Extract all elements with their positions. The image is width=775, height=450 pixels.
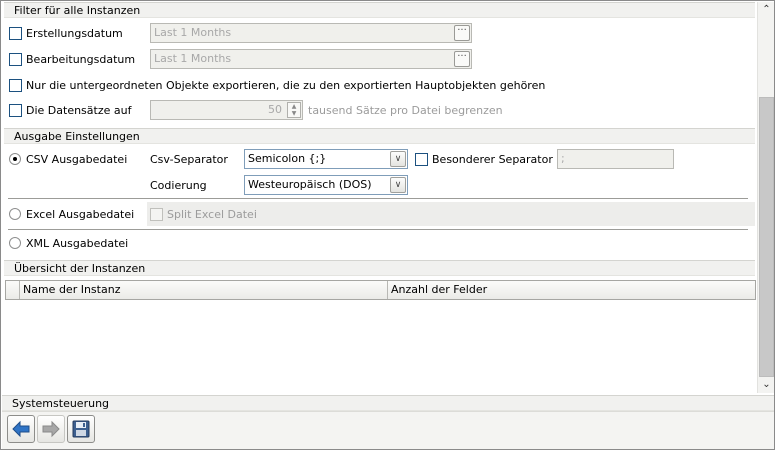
split-excel-checkbox[interactable] bbox=[150, 207, 163, 221]
filter-section-header: Filter für alle Instanzen bbox=[4, 2, 755, 18]
scrollbar-thumb[interactable] bbox=[759, 97, 774, 377]
creation-date-field[interactable]: Last 1 Months ··· bbox=[150, 23, 472, 43]
encoding-label-row: Codierung bbox=[150, 176, 207, 194]
encoding-label: Codierung bbox=[150, 178, 207, 192]
special-separator-field[interactable]: ; bbox=[557, 149, 674, 169]
scroll-up-icon[interactable]: ⌃ bbox=[758, 2, 775, 18]
sub-objects-row: Nur die untergeordneten Objekte exportie… bbox=[9, 76, 545, 94]
csv-separator-label-row: Csv-Separator bbox=[150, 150, 228, 168]
system-section-header: Systemsteuerung bbox=[2, 395, 774, 411]
forward-button[interactable] bbox=[37, 415, 65, 443]
system-toolbar bbox=[2, 411, 774, 449]
csv-separator-select[interactable]: Semicolon {;} ∨ bbox=[244, 149, 408, 169]
xml-radio[interactable] bbox=[9, 237, 21, 249]
save-button[interactable] bbox=[67, 415, 95, 443]
creation-date-row: Erstellungsdatum bbox=[9, 24, 123, 42]
excel-label: Excel Ausgabedatei bbox=[26, 207, 135, 221]
limit-suffix-label: tausend Sätze pro Datei begrenzen bbox=[308, 103, 503, 117]
arrow-right-icon bbox=[42, 420, 60, 438]
creation-date-checkbox[interactable] bbox=[9, 26, 22, 40]
spinner-arrows-icon[interactable]: ▲ ▼ bbox=[287, 102, 301, 118]
special-separator-row: Besonderer Separator bbox=[415, 150, 553, 168]
ellipsis-icon[interactable]: ··· bbox=[454, 51, 470, 67]
limit-label: Die Datensätze auf bbox=[26, 103, 132, 117]
column-header-name[interactable]: Name der Instanz bbox=[20, 281, 388, 299]
sub-objects-checkbox[interactable] bbox=[9, 78, 22, 92]
edit-date-value: Last 1 Months bbox=[154, 52, 232, 65]
encoding-value: Westeuropäisch (DOS) bbox=[248, 178, 372, 191]
csv-separator-value: Semicolon {;} bbox=[248, 152, 327, 165]
xml-label: XML Ausgabedatei bbox=[26, 236, 129, 250]
excel-radio[interactable] bbox=[9, 208, 21, 220]
limit-value: 50 bbox=[268, 103, 282, 116]
edit-date-label: Bearbeitungsdatum bbox=[26, 52, 136, 66]
ellipsis-icon[interactable]: ··· bbox=[454, 25, 470, 41]
limit-suffix-row: tausend Sätze pro Datei begrenzen bbox=[308, 101, 503, 119]
limit-checkbox[interactable] bbox=[9, 103, 22, 117]
chevron-down-icon[interactable]: ∨ bbox=[390, 177, 406, 193]
arrow-left-icon bbox=[12, 420, 30, 438]
excel-row: Excel Ausgabedatei bbox=[9, 205, 134, 223]
divider bbox=[8, 229, 748, 230]
edit-date-field[interactable]: Last 1 Months ··· bbox=[150, 49, 472, 69]
divider bbox=[8, 198, 748, 199]
creation-date-label: Erstellungsdatum bbox=[26, 26, 123, 40]
special-separator-checkbox[interactable] bbox=[415, 152, 428, 166]
chevron-down-icon[interactable]: ⌄ bbox=[758, 377, 775, 393]
special-separator-value: ; bbox=[561, 152, 565, 165]
csv-radio[interactable] bbox=[9, 153, 21, 165]
instances-table-header: Name der Instanz Anzahl der Felder bbox=[5, 280, 756, 300]
edit-date-row: Bearbeitungsdatum bbox=[9, 50, 135, 68]
vertical-scrollbar[interactable]: ⌃ ⌄ bbox=[757, 2, 774, 393]
export-dialog: Filter für alle Instanzen Erstellungsdat… bbox=[0, 0, 775, 450]
limit-row: Die Datensätze auf bbox=[9, 101, 131, 119]
edit-date-checkbox[interactable] bbox=[9, 52, 22, 66]
special-separator-label: Besonderer Separator bbox=[432, 152, 553, 166]
limit-spinner[interactable]: 50 ▲ ▼ bbox=[150, 100, 303, 120]
csv-row: CSV Ausgabedatei bbox=[9, 150, 127, 168]
split-excel-row: Split Excel Datei bbox=[150, 205, 257, 223]
xml-row: XML Ausgabedatei bbox=[9, 234, 128, 252]
column-header-fields[interactable]: Anzahl der Felder bbox=[388, 281, 755, 299]
split-excel-label: Split Excel Datei bbox=[167, 207, 257, 221]
chevron-down-icon[interactable]: ∨ bbox=[390, 151, 406, 167]
settings-scroll-area: Filter für alle Instanzen Erstellungsdat… bbox=[2, 2, 757, 392]
back-button[interactable] bbox=[7, 415, 35, 443]
csv-label: CSV Ausgabedatei bbox=[26, 152, 128, 166]
creation-date-value: Last 1 Months bbox=[154, 26, 232, 39]
floppy-disk-icon bbox=[72, 420, 90, 438]
output-section-header: Ausgabe Einstellungen bbox=[4, 128, 755, 144]
encoding-select[interactable]: Westeuropäisch (DOS) ∨ bbox=[244, 175, 408, 195]
row-selector-header[interactable] bbox=[6, 281, 20, 299]
csv-separator-label: Csv-Separator bbox=[150, 152, 228, 166]
sub-objects-label: Nur die untergeordneten Objekte exportie… bbox=[26, 78, 546, 92]
overview-section-header: Übersicht der Instanzen bbox=[4, 260, 755, 276]
